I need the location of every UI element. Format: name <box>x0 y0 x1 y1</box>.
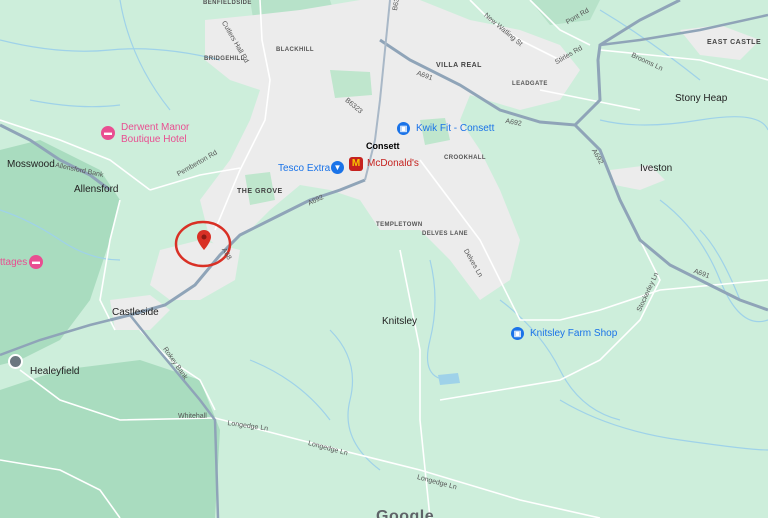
poi-label-kwikfit[interactable]: Kwik Fit - Consett <box>416 123 494 134</box>
town-label-allensford[interactable]: Allensford <box>74 184 118 195</box>
area-label-templetown: TEMPLETOWN <box>376 222 423 228</box>
area-label-the-grove: THE GROVE <box>237 188 283 195</box>
shopping-bag-icon: ▣ <box>399 124 408 133</box>
mcdonalds-icon: M <box>351 158 361 169</box>
town-label-consett[interactable]: Consett <box>366 141 400 151</box>
town-label-healeyfield[interactable]: Healeyfield <box>30 366 79 377</box>
hotel-bed-icon: ▬ <box>104 128 112 137</box>
poi-label-knitsley-farm[interactable]: Knitsley Farm Shop <box>530 328 617 339</box>
area-label-villa-real: VILLA REAL <box>436 62 482 69</box>
area-label-benfieldside: BENFIELDSIDE <box>203 0 252 6</box>
town-label-iveston[interactable]: Iveston <box>640 163 672 174</box>
poi-label-derwent-manor[interactable]: Derwent Manor Boutique Hotel <box>121 122 189 146</box>
shopping-cart-icon: ▼ <box>333 163 342 172</box>
map-background <box>0 0 768 518</box>
knitsley-farm-pin[interactable]: ▣ <box>511 327 524 340</box>
mcdonalds-pin[interactable]: M <box>349 157 363 171</box>
road-label-whitehall: Whitehall <box>178 413 207 420</box>
tesco-pin[interactable]: ▼ <box>331 161 344 174</box>
area-label-delves-lane: DELVES LANE <box>422 231 468 237</box>
derwent-manor-pin[interactable]: ▬ <box>101 126 115 140</box>
town-label-knitsley[interactable]: Knitsley <box>382 316 417 327</box>
map-canvas[interactable]: Consett Mosswood Allensford Castleside H… <box>0 0 768 518</box>
place-icon[interactable] <box>8 354 23 369</box>
area-label-blackhill: BLACKHILL <box>276 47 314 53</box>
area-label-crookhall: CROOKHALL <box>444 155 486 161</box>
town-label-stony-heap[interactable]: Stony Heap <box>675 93 727 104</box>
poi-label-mcdonalds[interactable]: McDonald's <box>367 158 419 169</box>
town-label-mosswood[interactable]: Mosswood <box>7 159 55 170</box>
cottages-pin[interactable]: ▬ <box>29 255 43 269</box>
area-label-east-castle: EAST CASTLE <box>707 39 762 46</box>
area-label-leadgate: LEADGATE <box>512 81 548 87</box>
hotel-bed-icon: ▬ <box>32 257 40 266</box>
poi-label-tesco[interactable]: Tesco Extra <box>278 163 330 174</box>
poi-label-cottages[interactable]: ttages <box>0 257 27 268</box>
town-label-castleside[interactable]: Castleside <box>112 307 159 318</box>
location-pin-icon[interactable] <box>197 230 211 250</box>
shopping-bag-icon: ▣ <box>513 329 522 338</box>
kwikfit-pin[interactable]: ▣ <box>397 122 410 135</box>
google-logo: Google <box>376 508 435 518</box>
